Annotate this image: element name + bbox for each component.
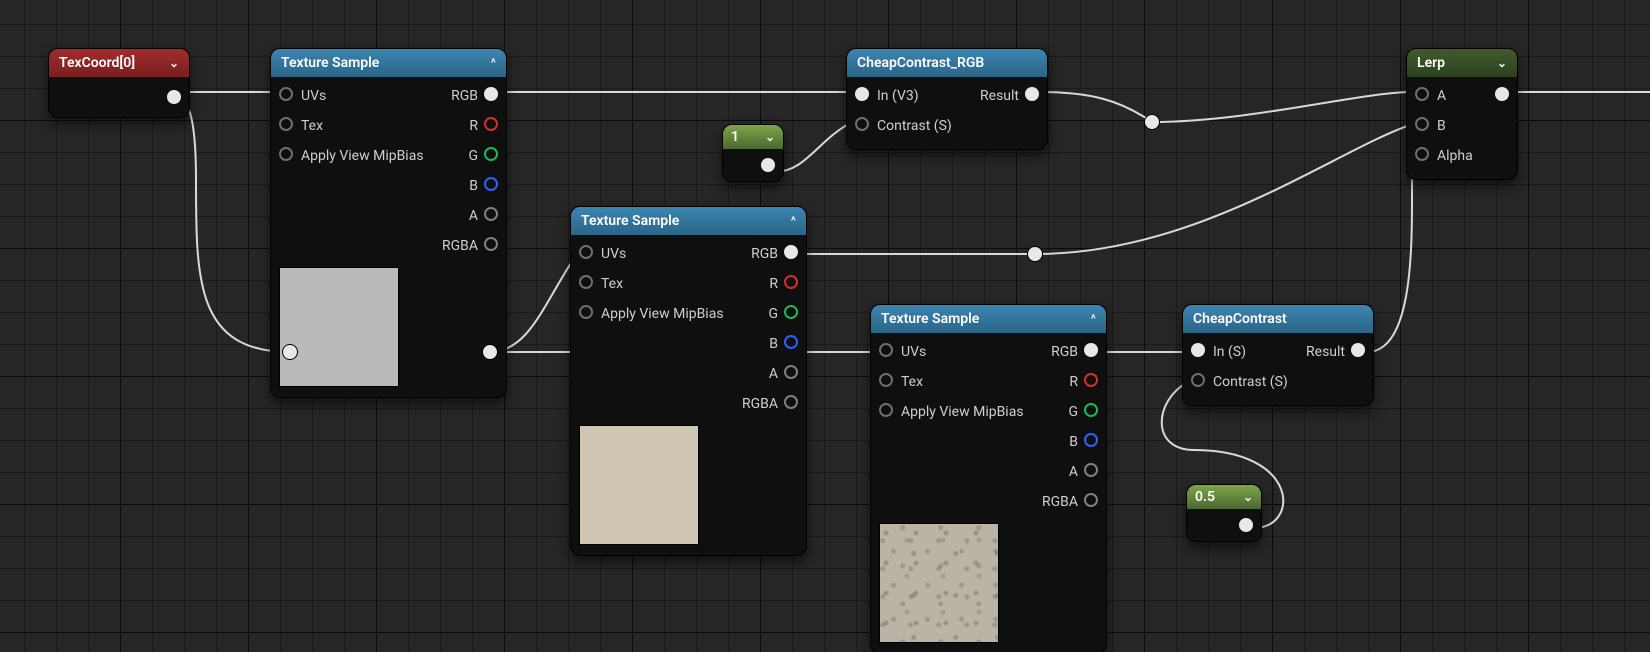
input-pin-mip[interactable] xyxy=(279,147,293,161)
output-pin-a[interactable] xyxy=(784,365,798,379)
node-texcoord[interactable]: TexCoord[0] ⌄ xyxy=(48,48,190,118)
label-mip: Apply View MipBias xyxy=(301,148,424,164)
input-pin-tex[interactable] xyxy=(279,117,293,131)
label-rgb: RGB xyxy=(451,88,478,104)
label-g: G xyxy=(468,148,478,164)
reroute-pin[interactable] xyxy=(482,344,498,360)
reroute-pin[interactable] xyxy=(1027,246,1043,262)
node-title: Texture Sample xyxy=(281,55,379,71)
node-cheapcontrast[interactable]: CheapContrast In (S)Result Contrast (S) xyxy=(1182,304,1374,406)
collapse-icon[interactable]: ^ xyxy=(491,56,496,70)
output-pin-g[interactable] xyxy=(784,305,798,319)
output-pin-rgb[interactable] xyxy=(484,87,498,101)
input-pin-in[interactable] xyxy=(855,87,869,101)
input-pin-uvs[interactable] xyxy=(879,343,893,357)
label-a: A xyxy=(469,208,478,224)
node-title: CheapContrast_RGB xyxy=(857,55,984,71)
input-pin-tex[interactable] xyxy=(879,373,893,387)
label-r: R xyxy=(469,118,478,134)
wires-layer xyxy=(0,0,1650,652)
input-pin-contrast[interactable] xyxy=(1191,373,1205,387)
label-tex: Tex xyxy=(301,118,323,134)
chevron-down-icon[interactable]: ⌄ xyxy=(1497,56,1507,70)
label-uvs: UVs xyxy=(301,88,326,104)
texture-preview xyxy=(579,425,699,545)
input-pin-b[interactable] xyxy=(1415,117,1429,131)
label-b: B xyxy=(469,178,478,194)
input-pin-a[interactable] xyxy=(1415,87,1429,101)
output-pin[interactable] xyxy=(1239,518,1253,532)
graph-canvas[interactable]: TexCoord[0] ⌄ Texture Sample ^ UVs RGB Tex… xyxy=(0,0,1650,652)
constant-value: 1 xyxy=(731,129,739,145)
output-pin-result[interactable] xyxy=(1351,343,1365,357)
output-pin-result[interactable] xyxy=(1025,87,1039,101)
output-pin-rgba[interactable] xyxy=(1084,493,1098,507)
label-rgba: RGBA xyxy=(442,238,478,254)
chevron-down-icon[interactable]: ⌄ xyxy=(765,130,775,144)
node-title: CheapContrast xyxy=(1193,311,1287,327)
output-pin[interactable] xyxy=(1495,87,1509,101)
output-pin-rgb[interactable] xyxy=(784,245,798,259)
input-pin-contrast[interactable] xyxy=(855,117,869,131)
output-pin-rgb[interactable] xyxy=(1084,343,1098,357)
output-pin-a[interactable] xyxy=(484,207,498,221)
input-pin-uvs[interactable] xyxy=(279,87,293,101)
input-pin-in[interactable] xyxy=(1191,343,1205,357)
node-constant-1[interactable]: 1⌄ xyxy=(722,124,784,182)
texture-preview xyxy=(879,523,999,643)
output-pin[interactable] xyxy=(167,90,181,104)
constant-value: 0.5 xyxy=(1195,489,1215,505)
chevron-down-icon[interactable]: ⌄ xyxy=(1243,490,1253,504)
output-pin-g[interactable] xyxy=(1084,403,1098,417)
node-title: Texture Sample xyxy=(881,311,979,327)
output-pin-r[interactable] xyxy=(1084,373,1098,387)
output-pin-b[interactable] xyxy=(1084,433,1098,447)
output-pin-b[interactable] xyxy=(784,335,798,349)
output-pin-a[interactable] xyxy=(1084,463,1098,477)
input-pin-tex[interactable] xyxy=(579,275,593,289)
chevron-down-icon[interactable]: ⌄ xyxy=(169,56,179,70)
input-pin-uvs[interactable] xyxy=(579,245,593,259)
output-pin-r[interactable] xyxy=(484,117,498,131)
collapse-icon[interactable]: ^ xyxy=(1091,312,1096,326)
node-title: TexCoord[0] xyxy=(59,55,135,71)
node-texture-sample-1[interactable]: Texture Sample ^ UVs RGB Tex R Apply View M… xyxy=(270,48,507,398)
node-texture-sample-2[interactable]: Texture Sample^ UVsRGB TexR Apply View M… xyxy=(570,206,807,556)
output-pin[interactable] xyxy=(761,158,775,172)
node-constant-0-5[interactable]: 0.5 ⌄ xyxy=(1186,484,1262,542)
node-cheapcontrast-rgb[interactable]: CheapContrast_RGB In (V3)Result Contrast… xyxy=(846,48,1048,150)
node-lerp[interactable]: Lerp⌄ A B Alpha xyxy=(1406,48,1518,180)
input-pin-alpha[interactable] xyxy=(1415,147,1429,161)
input-pin-mip[interactable] xyxy=(579,305,593,319)
collapse-icon[interactable]: ^ xyxy=(791,214,796,228)
node-texture-sample-3[interactable]: Texture Sample^ UVsRGB TexR Apply View M… xyxy=(870,304,1107,652)
input-pin-mip[interactable] xyxy=(879,403,893,417)
node-title: Lerp xyxy=(1417,55,1445,71)
node-title: Texture Sample xyxy=(581,213,679,229)
output-pin-r[interactable] xyxy=(784,275,798,289)
output-pin-b[interactable] xyxy=(484,177,498,191)
output-pin-rgba[interactable] xyxy=(484,237,498,251)
reroute-pin[interactable] xyxy=(282,344,298,360)
texture-preview xyxy=(279,267,399,387)
output-pin-g[interactable] xyxy=(484,147,498,161)
reroute-pin[interactable] xyxy=(1144,114,1160,130)
output-pin-rgba[interactable] xyxy=(784,395,798,409)
